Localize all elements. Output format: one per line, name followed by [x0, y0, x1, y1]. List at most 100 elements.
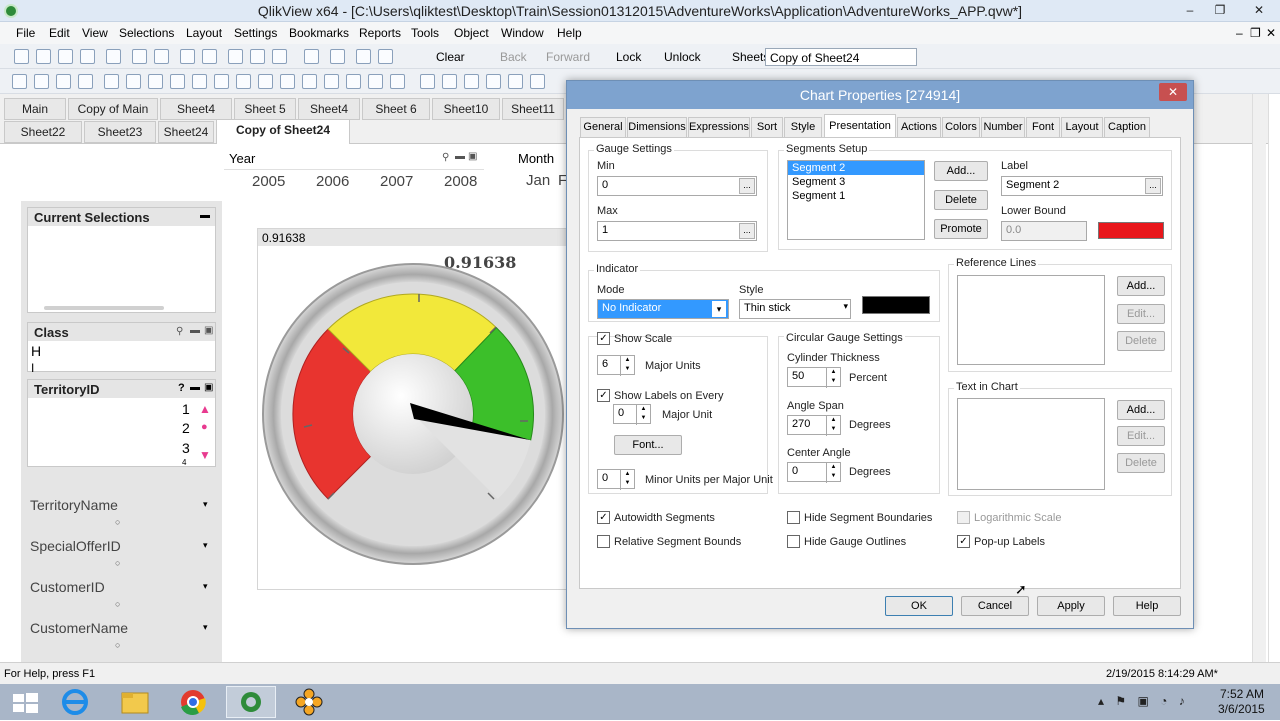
design-tool-icon[interactable]	[192, 74, 207, 89]
redo-icon[interactable]	[202, 49, 217, 64]
tab-layout[interactable]: Layout	[1061, 117, 1103, 137]
design-tool-icon[interactable]	[486, 74, 501, 89]
menu-bookmarks[interactable]: Bookmarks	[289, 26, 349, 40]
spinner-icon[interactable]: ▲ ▼	[636, 405, 650, 425]
tab-dimensions[interactable]: Dimensions	[627, 117, 687, 137]
tab-copy-of-sheet24[interactable]: Copy of Sheet24	[216, 119, 350, 145]
menu-tools[interactable]: Tools	[411, 26, 439, 40]
current-selections-box[interactable]: Current Selections ▬	[27, 207, 216, 313]
dropdown-icon[interactable]: ▾	[203, 499, 208, 510]
menu-file[interactable]: File	[16, 26, 35, 40]
indicator-color-swatch[interactable]	[862, 296, 930, 314]
autowidth-segments-checkbox[interactable]: ✓	[597, 511, 610, 524]
ellipsis-button[interactable]: ...	[739, 223, 755, 239]
relative-segment-bounds-checkbox[interactable]	[597, 535, 610, 548]
design-tool-icon[interactable]	[56, 74, 71, 89]
inner-restore-button[interactable]: ❐	[1250, 26, 1261, 40]
ellipsis-button[interactable]: ...	[739, 178, 755, 194]
list-item[interactable]: Jan	[526, 172, 550, 189]
design-tool-icon[interactable]	[346, 74, 361, 89]
text-in-chart-list[interactable]	[957, 398, 1105, 490]
design-tool-icon[interactable]	[170, 74, 185, 89]
reference-lines-list[interactable]	[957, 275, 1105, 365]
menu-selections[interactable]: Selections	[119, 26, 174, 40]
design-tool-icon[interactable]	[324, 74, 339, 89]
max-input[interactable]: 1...	[597, 221, 757, 241]
tab-sheet-5[interactable]: Sheet 5	[234, 98, 296, 120]
tab-colors[interactable]: Colors	[942, 117, 980, 137]
design-tool-icon[interactable]	[104, 74, 119, 89]
list-item[interactable]: H	[31, 343, 41, 359]
design-tool-icon[interactable]	[34, 74, 49, 89]
design-tool-icon[interactable]	[464, 74, 479, 89]
menu-help[interactable]: Help	[557, 26, 582, 40]
design-tool-icon[interactable]	[390, 74, 405, 89]
menu-window[interactable]: Window	[501, 26, 544, 40]
restore-icon[interactable]: ▣	[204, 325, 213, 336]
tab-caption[interactable]: Caption	[1104, 117, 1150, 137]
add-text-button[interactable]: Add...	[1117, 400, 1165, 420]
tab-style[interactable]: Style	[784, 117, 822, 137]
list-item[interactable]: 3	[182, 440, 190, 456]
list-item[interactable]: 4	[182, 458, 186, 467]
ok-button[interactable]: OK	[885, 596, 953, 616]
design-tool-icon[interactable]	[368, 74, 383, 89]
segments-list[interactable]: Segment 2 Segment 3 Segment 1	[787, 160, 925, 240]
minimize-icon[interactable]: ▬	[190, 325, 200, 336]
restore-icon[interactable]: ▣	[468, 151, 477, 162]
list-item[interactable]: 2006	[316, 173, 349, 190]
logarithmic-scale-checkbox[interactable]	[957, 511, 970, 524]
spinner-icon[interactable]: ▲ ▼	[826, 368, 840, 388]
tab-sheet22[interactable]: Sheet22	[4, 121, 82, 143]
cylinder-thickness-stepper[interactable]: 50 ▲ ▼	[787, 367, 841, 388]
list-item[interactable]: 2007	[380, 173, 413, 190]
menu-reports[interactable]: Reports	[359, 26, 401, 40]
open-icon[interactable]	[36, 49, 51, 64]
ellipsis-button[interactable]: ...	[1145, 178, 1161, 194]
field-item[interactable]: CustomerName ▾ ○	[27, 618, 216, 656]
app-flower-icon[interactable]	[284, 686, 334, 718]
reload-icon[interactable]	[154, 49, 169, 64]
hide-segment-boundaries-checkbox[interactable]	[787, 511, 800, 524]
design-tool-icon[interactable]	[214, 74, 229, 89]
back-button[interactable]: Back	[500, 50, 527, 64]
help-icon[interactable]: ?	[178, 382, 185, 394]
help-icon[interactable]	[356, 49, 371, 64]
menu-object[interactable]: Object	[454, 26, 489, 40]
list-item[interactable]: Segment 1	[788, 189, 924, 203]
year-listbox[interactable]: Year ⚲ ▬ ▣ 2005 2006 2007 2008	[224, 149, 484, 190]
list-item[interactable]: 2	[182, 420, 190, 436]
slider-handle-icon[interactable]: ○	[115, 517, 120, 527]
sheets-dropdown[interactable]: Copy of Sheet24	[765, 48, 917, 66]
promote-segment-button[interactable]: Promote	[934, 219, 988, 239]
list-item[interactable]: Segment 2	[788, 161, 924, 175]
segment-color-swatch[interactable]	[1098, 222, 1164, 239]
save-icon[interactable]	[58, 49, 73, 64]
font-button[interactable]: Font...	[614, 435, 682, 455]
minimize-icon[interactable]: ▬	[200, 210, 210, 221]
edit-reference-line-button[interactable]: Edit...	[1117, 304, 1165, 324]
tab-sheet4-b[interactable]: Sheet4	[298, 98, 360, 120]
mode-dropdown[interactable]: No Indicator ▾	[597, 299, 729, 319]
unlock-button[interactable]: Unlock	[664, 50, 701, 64]
minimize-icon[interactable]: ▬	[455, 151, 465, 162]
design-tool-icon[interactable]	[280, 74, 295, 89]
field-item[interactable]: TerritoryName ▾ ○	[27, 495, 216, 533]
search-icon[interactable]: ⚲	[442, 152, 449, 163]
menu-settings[interactable]: Settings	[234, 26, 277, 40]
spinner-icon[interactable]: ▲ ▼	[826, 463, 840, 483]
gauge-chart-object[interactable]: 0.91638 0.91638	[257, 228, 568, 590]
internet-explorer-icon[interactable]	[50, 686, 100, 718]
tab-sheet4[interactable]: Sheet4	[160, 98, 232, 120]
bookmark-icon[interactable]	[272, 49, 287, 64]
menu-layout[interactable]: Layout	[186, 26, 222, 40]
chrome-icon[interactable]	[168, 686, 218, 718]
field-item[interactable]: CustomerID ▾ ○	[27, 577, 216, 615]
menu-view[interactable]: View	[82, 26, 108, 40]
tab-sheet-6[interactable]: Sheet 6	[362, 98, 430, 120]
horizontal-scrollbar[interactable]	[44, 306, 164, 310]
tab-actions[interactable]: Actions	[897, 117, 941, 137]
tab-expressions[interactable]: Expressions	[688, 117, 750, 137]
tab-general[interactable]: General	[580, 117, 626, 137]
segment-label-input[interactable]: Segment 2...	[1001, 176, 1163, 196]
